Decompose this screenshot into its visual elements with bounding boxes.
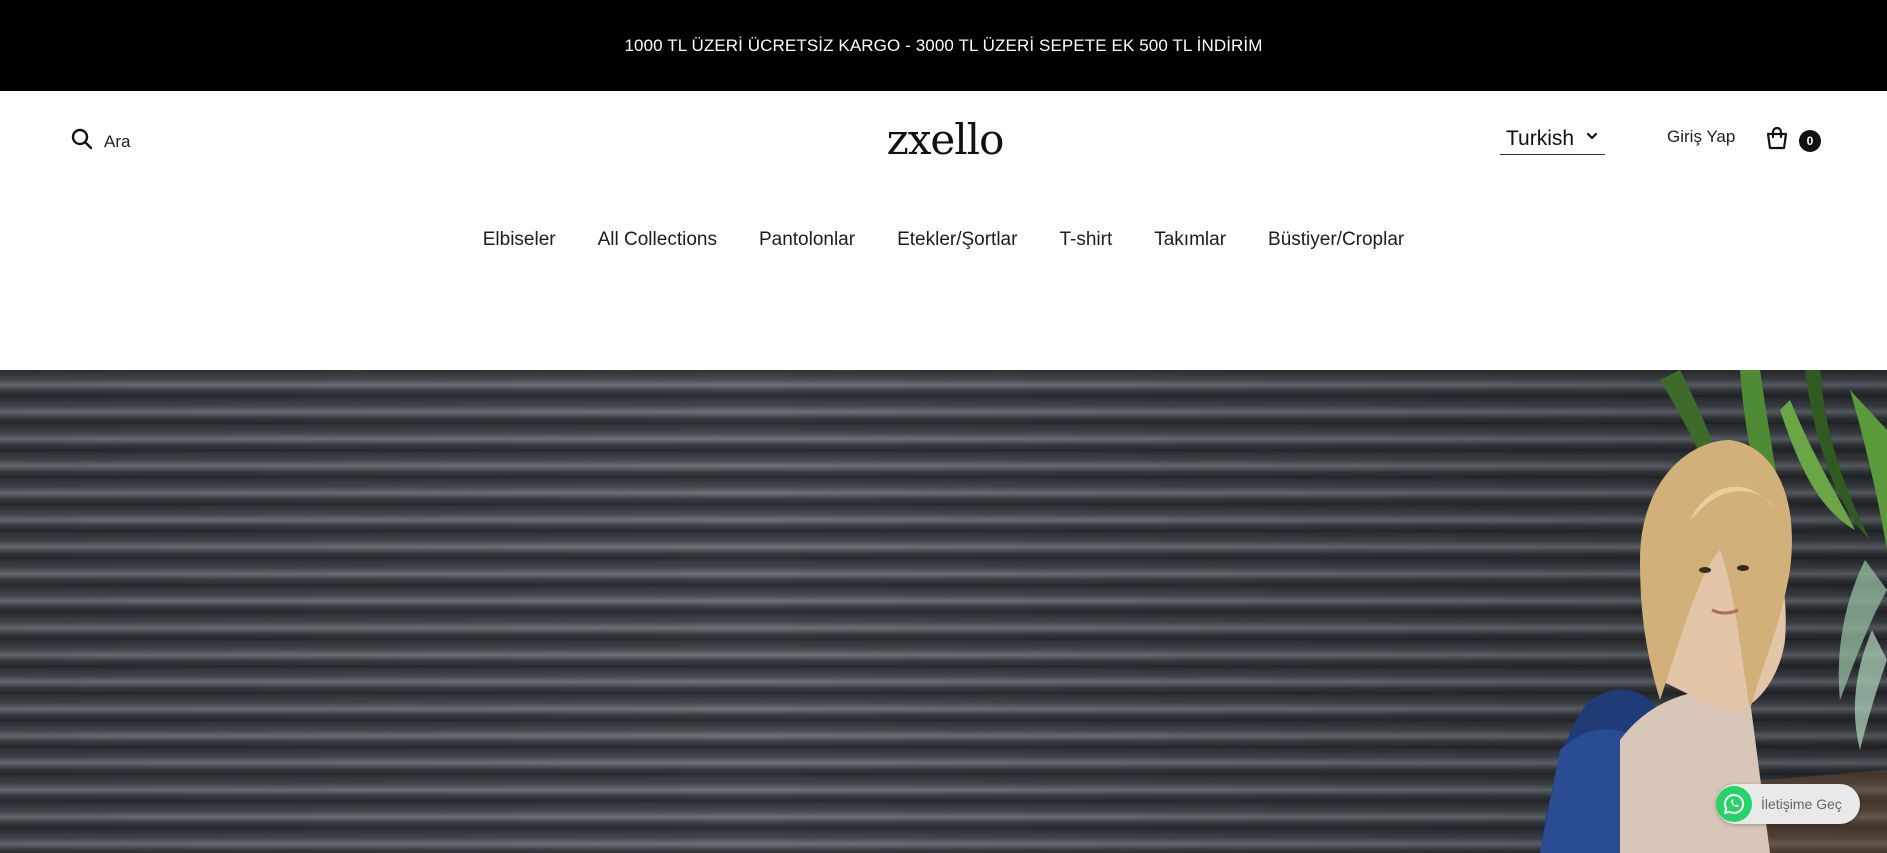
nav-item-bustiyer-croplar[interactable]: Büstiyer/Croplar bbox=[1268, 229, 1404, 251]
language-value: Turkish bbox=[1506, 126, 1575, 150]
search-label: Ara bbox=[104, 131, 131, 151]
nav-item-tshirt[interactable]: T-shirt bbox=[1059, 229, 1112, 251]
hero-banner-image[interactable] bbox=[0, 370, 1887, 853]
nav-item-pantolonlar[interactable]: Pantolonlar bbox=[759, 229, 855, 251]
chevron-down-icon bbox=[1585, 129, 1599, 148]
whatsapp-contact-button[interactable]: İletişime Geç bbox=[1716, 784, 1860, 824]
login-link[interactable]: Giriş Yap bbox=[1667, 127, 1735, 147]
nav-item-all-collections[interactable]: All Collections bbox=[598, 229, 717, 251]
cart-button[interactable]: 0 bbox=[1764, 125, 1824, 155]
announcement-bar: 1000 TL ÜZERİ ÜCRETSİZ KARGO - 3000 TL Ü… bbox=[0, 0, 1887, 91]
site-logo[interactable]: zxello bbox=[880, 115, 1010, 165]
whatsapp-label: İletişime Geç bbox=[1761, 796, 1842, 812]
cart-count-badge: 0 bbox=[1799, 130, 1821, 152]
site-header: Ara zxello Turkish Giriş Yap 0 Elbiseler… bbox=[0, 91, 1887, 370]
language-select[interactable]: Turkish bbox=[1500, 123, 1605, 155]
nav-item-elbiseler[interactable]: Elbiseler bbox=[483, 229, 556, 251]
nav-item-etekler-sortlar[interactable]: Etekler/Şortlar bbox=[897, 229, 1017, 251]
whatsapp-icon bbox=[1716, 786, 1752, 822]
nav-item-takimlar[interactable]: Takımlar bbox=[1154, 229, 1226, 251]
search-button[interactable]: Ara bbox=[70, 127, 130, 156]
shopping-bag-icon bbox=[1764, 125, 1790, 156]
search-icon bbox=[70, 127, 94, 156]
main-navigation: Elbiseler All Collections Pantolonlar Et… bbox=[0, 229, 1887, 251]
announcement-text: 1000 TL ÜZERİ ÜCRETSİZ KARGO - 3000 TL Ü… bbox=[624, 35, 1263, 55]
logo-text: zxello bbox=[886, 115, 1005, 164]
